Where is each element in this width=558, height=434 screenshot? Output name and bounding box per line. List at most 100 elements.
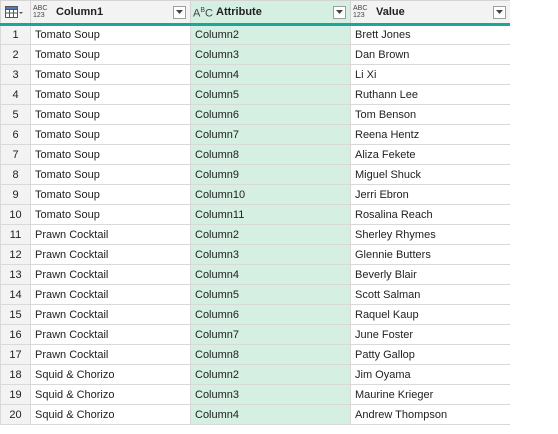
cell-value[interactable]: Aliza Fekete xyxy=(350,144,510,165)
cell-attribute[interactable]: Column2 xyxy=(190,24,351,45)
row-number: 16 xyxy=(0,324,31,345)
cell-value[interactable]: Andrew Thompson xyxy=(350,404,510,425)
cell-value[interactable]: Jim Oyama xyxy=(350,364,510,385)
chevron-down-icon xyxy=(336,10,343,14)
column-header-attribute[interactable]: ABC Attribute xyxy=(190,0,351,26)
table-row[interactable]: 20 Squid & Chorizo Column4 Andrew Thompson xyxy=(0,404,510,425)
cell-column1[interactable]: Tomato Soup xyxy=(30,64,191,85)
cell-column1[interactable]: Tomato Soup xyxy=(30,144,191,165)
column-header-column1[interactable]: ABC 123 Column1 xyxy=(30,0,191,26)
table-row[interactable]: 2 Tomato Soup Column3 Dan Brown xyxy=(0,44,510,65)
cell-attribute[interactable]: Column8 xyxy=(190,144,351,165)
cell-column1[interactable]: Prawn Cocktail xyxy=(30,304,191,325)
chevron-down-icon xyxy=(176,10,183,14)
cell-column1[interactable]: Prawn Cocktail xyxy=(30,324,191,345)
table-row[interactable]: 15 Prawn Cocktail Column6 Raquel Kaup xyxy=(0,304,510,325)
cell-column1[interactable]: Prawn Cocktail xyxy=(30,264,191,285)
filter-dropdown-button[interactable] xyxy=(493,5,506,19)
table-row[interactable]: 14 Prawn Cocktail Column5 Scott Salman xyxy=(0,284,510,305)
cell-attribute[interactable]: Column2 xyxy=(190,224,351,245)
cell-attribute[interactable]: Column4 xyxy=(190,64,351,85)
cell-attribute[interactable]: Column11 xyxy=(190,204,351,225)
cell-attribute[interactable]: Column2 xyxy=(190,364,351,385)
table-row[interactable]: 7 Tomato Soup Column8 Aliza Fekete xyxy=(0,144,510,165)
cell-value[interactable]: Ruthann Lee xyxy=(350,84,510,105)
cell-value[interactable]: Beverly Blair xyxy=(350,264,510,285)
cell-value[interactable]: Rosalina Reach xyxy=(350,204,510,225)
type-text-icon[interactable]: ABC xyxy=(193,5,213,20)
cell-attribute[interactable]: Column3 xyxy=(190,384,351,405)
cell-column1[interactable]: Squid & Chorizo xyxy=(30,364,191,385)
filter-dropdown-button[interactable] xyxy=(173,5,186,19)
filter-dropdown-button[interactable] xyxy=(333,5,346,19)
type-any-icon[interactable]: ABC 123 xyxy=(353,5,373,19)
table-row[interactable]: 4 Tomato Soup Column5 Ruthann Lee xyxy=(0,84,510,105)
cell-value[interactable]: Jerri Ebron xyxy=(350,184,510,205)
cell-column1[interactable]: Tomato Soup xyxy=(30,104,191,125)
cell-attribute[interactable]: Column3 xyxy=(190,44,351,65)
table-row[interactable]: 1 Tomato Soup Column2 Brett Jones xyxy=(0,24,510,45)
cell-value[interactable]: Brett Jones xyxy=(350,24,510,45)
cell-attribute[interactable]: Column6 xyxy=(190,304,351,325)
cell-attribute[interactable]: Column8 xyxy=(190,344,351,365)
column-name: Column1 xyxy=(56,6,104,18)
table-icon[interactable] xyxy=(5,5,23,19)
cell-column1[interactable]: Squid & Chorizo xyxy=(30,404,191,425)
cell-value[interactable]: Raquel Kaup xyxy=(350,304,510,325)
row-number: 17 xyxy=(0,344,31,365)
table-menu-corner[interactable] xyxy=(0,0,31,26)
cell-column1[interactable]: Tomato Soup xyxy=(30,44,191,65)
cell-attribute[interactable]: Column4 xyxy=(190,264,351,285)
cell-attribute[interactable]: Column3 xyxy=(190,244,351,265)
cell-attribute[interactable]: Column7 xyxy=(190,124,351,145)
cell-column1[interactable]: Tomato Soup xyxy=(30,124,191,145)
cell-column1[interactable]: Tomato Soup xyxy=(30,184,191,205)
table-row[interactable]: 12 Prawn Cocktail Column3 Glennie Butters xyxy=(0,244,510,265)
table-row[interactable]: 19 Squid & Chorizo Column3 Maurine Krieger xyxy=(0,384,510,405)
table-row[interactable]: 18 Squid & Chorizo Column2 Jim Oyama xyxy=(0,364,510,385)
cell-attribute[interactable]: Column7 xyxy=(190,324,351,345)
column-name: Value xyxy=(376,6,405,18)
table-row[interactable]: 17 Prawn Cocktail Column8 Patty Gallop xyxy=(0,344,510,365)
cell-column1[interactable]: Prawn Cocktail xyxy=(30,344,191,365)
table-row[interactable]: 3 Tomato Soup Column4 Li Xi xyxy=(0,64,510,85)
cell-attribute[interactable]: Column5 xyxy=(190,84,351,105)
row-number: 15 xyxy=(0,304,31,325)
cell-value[interactable]: Glennie Butters xyxy=(350,244,510,265)
cell-column1[interactable]: Tomato Soup xyxy=(30,164,191,185)
table-row[interactable]: 11 Prawn Cocktail Column2 Sherley Rhymes xyxy=(0,224,510,245)
cell-value[interactable]: Miguel Shuck xyxy=(350,164,510,185)
cell-column1[interactable]: Prawn Cocktail xyxy=(30,284,191,305)
table-row[interactable]: 13 Prawn Cocktail Column4 Beverly Blair xyxy=(0,264,510,285)
cell-value[interactable]: Tom Benson xyxy=(350,104,510,125)
row-number: 7 xyxy=(0,144,31,165)
type-any-icon[interactable]: ABC 123 xyxy=(33,5,53,19)
cell-column1[interactable]: Tomato Soup xyxy=(30,24,191,45)
table-row[interactable]: 10 Tomato Soup Column11 Rosalina Reach xyxy=(0,204,510,225)
row-number: 9 xyxy=(0,184,31,205)
cell-value[interactable]: Li Xi xyxy=(350,64,510,85)
column-header-value[interactable]: ABC 123 Value xyxy=(350,0,510,26)
table-row[interactable]: 6 Tomato Soup Column7 Reena Hentz xyxy=(0,124,510,145)
cell-attribute[interactable]: Column6 xyxy=(190,104,351,125)
cell-column1[interactable]: Squid & Chorizo xyxy=(30,384,191,405)
table-row[interactable]: 9 Tomato Soup Column10 Jerri Ebron xyxy=(0,184,510,205)
cell-value[interactable]: Scott Salman xyxy=(350,284,510,305)
cell-value[interactable]: June Foster xyxy=(350,324,510,345)
cell-value[interactable]: Reena Hentz xyxy=(350,124,510,145)
cell-value[interactable]: Dan Brown xyxy=(350,44,510,65)
cell-attribute[interactable]: Column4 xyxy=(190,404,351,425)
cell-value[interactable]: Maurine Krieger xyxy=(350,384,510,405)
cell-column1[interactable]: Prawn Cocktail xyxy=(30,224,191,245)
cell-attribute[interactable]: Column9 xyxy=(190,164,351,185)
cell-value[interactable]: Patty Gallop xyxy=(350,344,510,365)
table-row[interactable]: 8 Tomato Soup Column9 Miguel Shuck xyxy=(0,164,510,185)
cell-attribute[interactable]: Column5 xyxy=(190,284,351,305)
table-row[interactable]: 16 Prawn Cocktail Column7 June Foster xyxy=(0,324,510,345)
cell-value[interactable]: Sherley Rhymes xyxy=(350,224,510,245)
cell-column1[interactable]: Tomato Soup xyxy=(30,204,191,225)
cell-attribute[interactable]: Column10 xyxy=(190,184,351,205)
cell-column1[interactable]: Prawn Cocktail xyxy=(30,244,191,265)
cell-column1[interactable]: Tomato Soup xyxy=(30,84,191,105)
table-row[interactable]: 5 Tomato Soup Column6 Tom Benson xyxy=(0,104,510,125)
